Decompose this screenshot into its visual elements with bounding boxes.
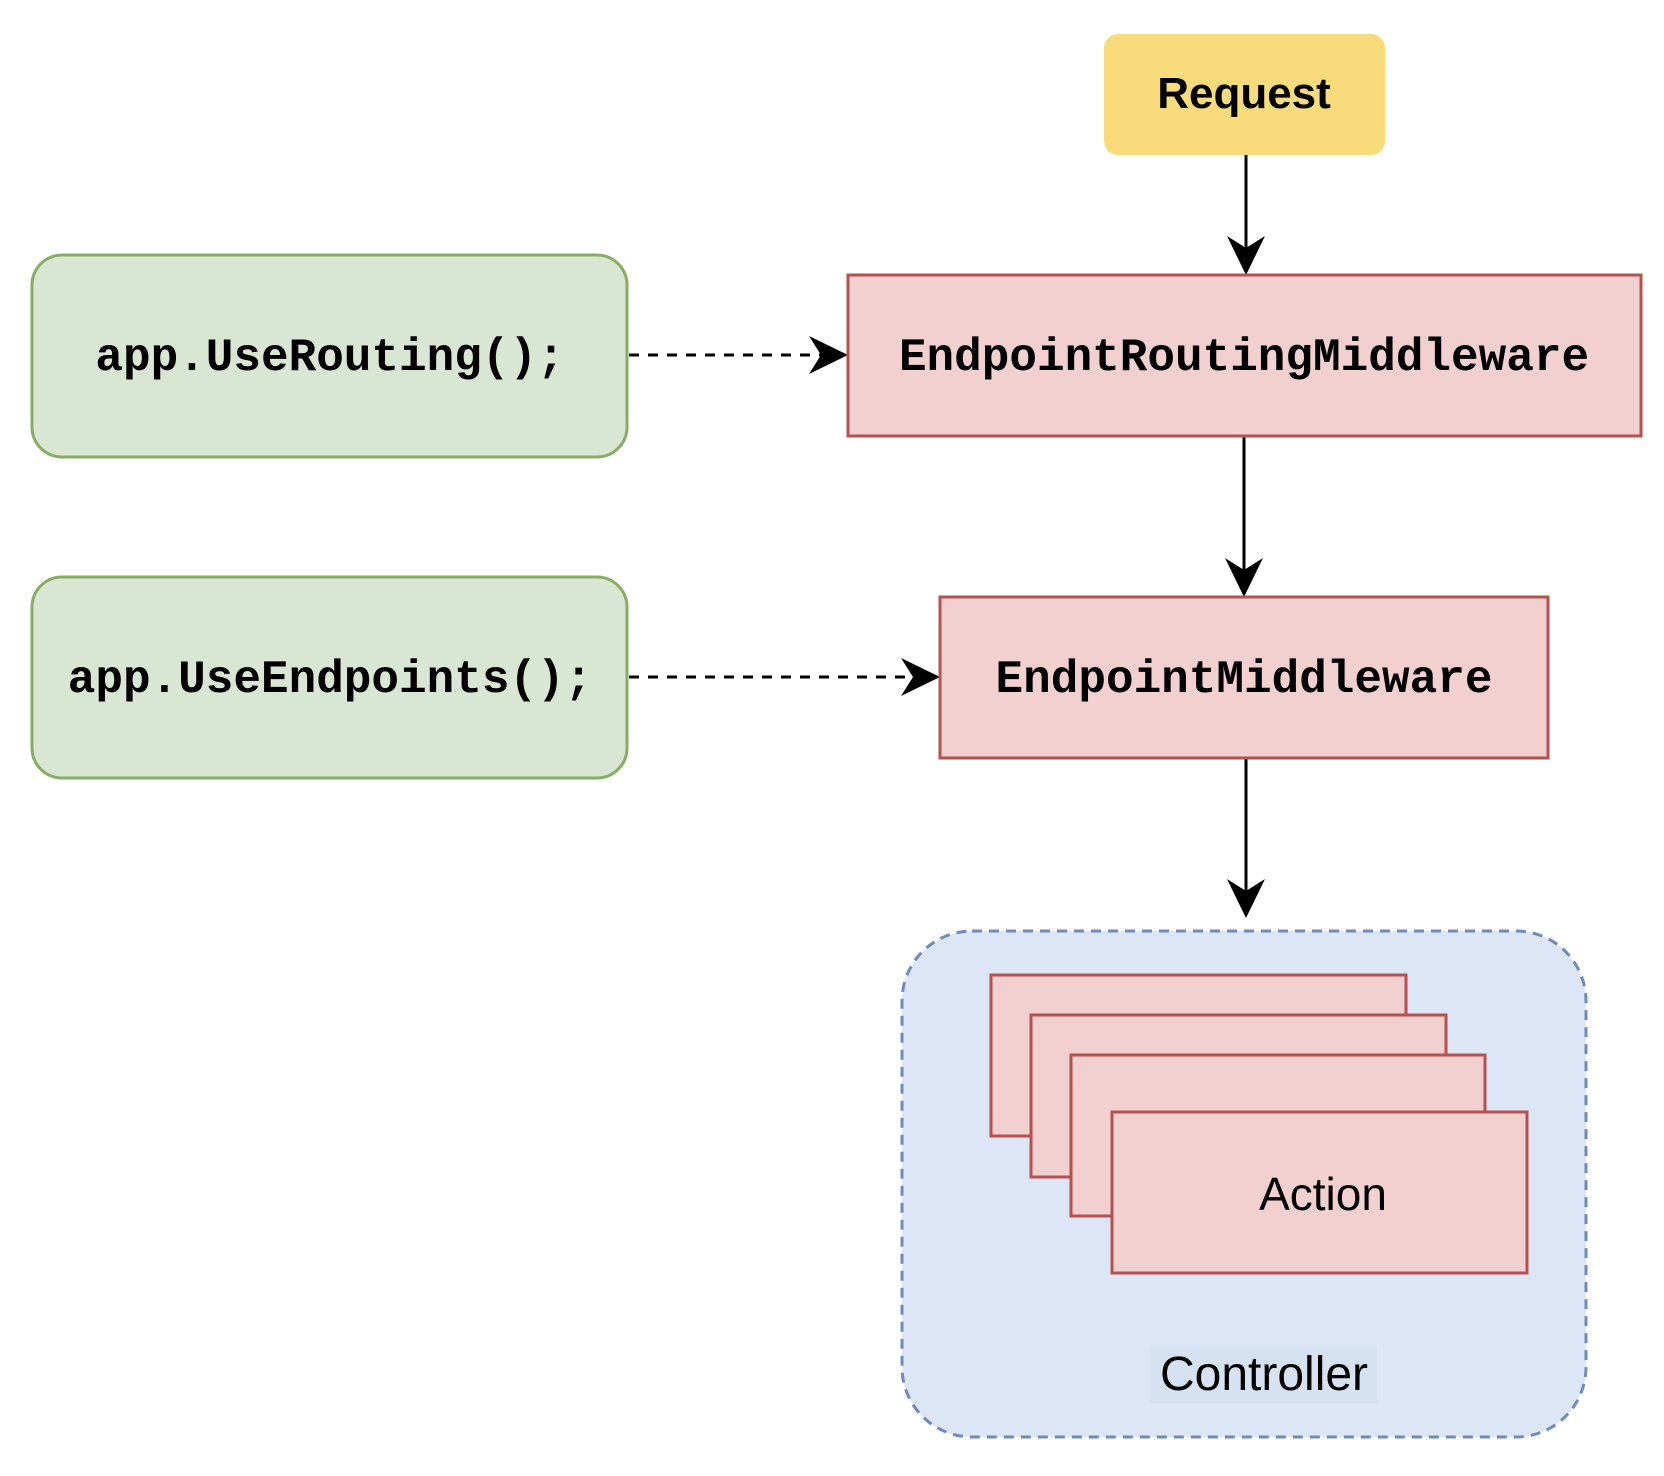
diagram-canvas: marker path{transform:scale(3);transform…: [30, 34, 1643, 1439]
controller-label: Controller: [1160, 1348, 1368, 1401]
arrow-request-to-routing: [1227, 155, 1265, 275]
endpoint-routing-middleware-label: EndpointRoutingMiddleware: [899, 332, 1589, 384]
use-routing-label: app.UseRouting();: [95, 332, 564, 384]
endpoint-routing-middleware-node: EndpointRoutingMiddleware: [846, 273, 1643, 438]
endpoint-middleware-node: EndpointMiddleware: [938, 595, 1550, 760]
action-node: Action: [1110, 1110, 1529, 1275]
controller-container: Action Controller: [900, 929, 1588, 1439]
arrow-endpoint-to-controller: [1227, 758, 1265, 918]
dashed-arrow-userouting: [629, 336, 848, 374]
arrow-routing-to-endpoint: [1225, 436, 1263, 597]
endpoint-middleware-label: EndpointMiddleware: [996, 654, 1493, 706]
use-routing-node: app.UseRouting();: [30, 253, 629, 459]
use-endpoints-node: app.UseEndpoints();: [30, 575, 629, 780]
action-label: Action: [1259, 1168, 1387, 1220]
use-endpoints-label: app.UseEndpoints();: [68, 654, 593, 706]
dashed-arrow-useendpoints: [629, 658, 940, 696]
request-node: Request: [1104, 34, 1385, 155]
request-label: Request: [1157, 69, 1331, 118]
